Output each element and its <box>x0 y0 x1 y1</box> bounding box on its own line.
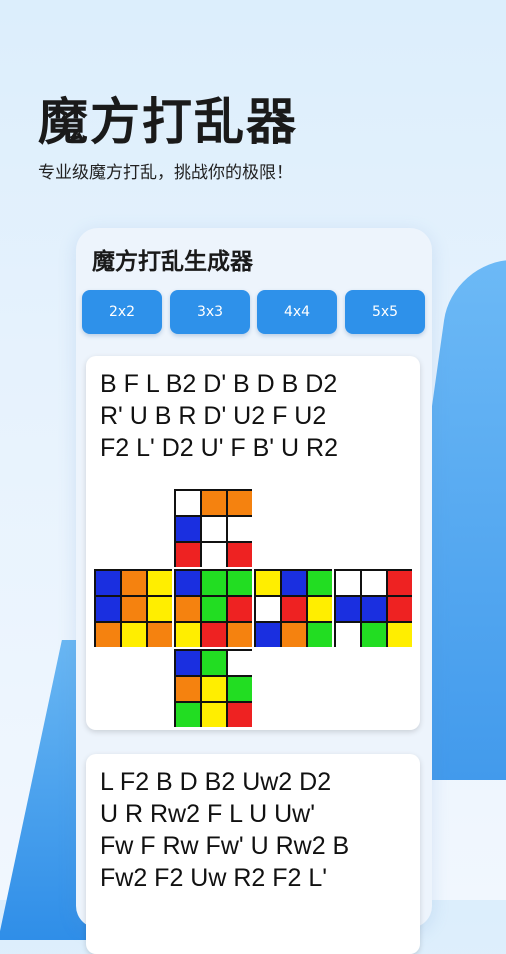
cube-face-front <box>174 569 252 647</box>
hero-title: 魔方打乱器 <box>38 93 298 151</box>
cube-sticker <box>202 623 226 647</box>
cube-sticker <box>308 597 332 621</box>
cube-sticker <box>176 491 200 515</box>
scramble-card-3x3: B F L B2 D' B D B D2 R' U B R D' U2 F U2… <box>86 356 420 730</box>
cube-sticker <box>176 677 200 701</box>
cube-face-back <box>334 569 412 647</box>
cube-sticker <box>336 623 360 647</box>
scramble-line: B F L B2 D' B D B D2 <box>100 370 338 398</box>
cube-sticker <box>202 571 226 595</box>
cube-sticker <box>148 597 172 621</box>
cube-sticker <box>228 543 252 567</box>
scramble-line: Fw F Rw Fw' U Rw2 B <box>100 832 350 860</box>
cube-face-down <box>174 649 252 727</box>
scramble-line: L F2 B D B2 Uw2 D2 <box>100 768 332 796</box>
cube-sticker <box>176 703 200 727</box>
cube-size-selector: 2x2 3x3 4x4 5x5 <box>82 290 426 334</box>
cube-sticker <box>362 597 386 621</box>
cube-sticker <box>228 651 252 675</box>
scramble-text: L F2 B D B2 Uw2 D2 U R Rw2 F L U Uw' Fw … <box>100 766 349 894</box>
cube-sticker <box>388 571 412 595</box>
cube-sticker <box>202 677 226 701</box>
hero-subtitle: 专业级魔方打乱，挑战你的极限！ <box>38 163 293 183</box>
scramble-card-4x4: L F2 B D B2 Uw2 D2 U R Rw2 F L U Uw' Fw … <box>86 754 420 954</box>
cube-sticker <box>388 597 412 621</box>
cube-sticker <box>228 571 252 595</box>
cube-net <box>94 489 414 729</box>
cube-sticker <box>256 571 280 595</box>
cube-sticker <box>122 623 146 647</box>
cube-sticker <box>148 623 172 647</box>
cube-sticker <box>282 623 306 647</box>
cube-sticker <box>362 571 386 595</box>
cube-sticker <box>176 651 200 675</box>
cube-sticker <box>228 623 252 647</box>
cube-sticker <box>228 703 252 727</box>
cube-sticker <box>96 623 120 647</box>
scramble-text: B F L B2 D' B D B D2 R' U B R D' U2 F U2… <box>100 368 338 464</box>
cube-sticker <box>202 543 226 567</box>
cube-sticker <box>228 597 252 621</box>
cube-sticker <box>122 571 146 595</box>
cube-sticker <box>176 597 200 621</box>
cube-sticker <box>176 543 200 567</box>
cube-face-up <box>174 489 252 567</box>
scramble-line: Fw2 F2 Uw R2 F2 L' <box>100 864 328 892</box>
cube-sticker <box>176 517 200 541</box>
cube-sticker <box>362 623 386 647</box>
cube-sticker <box>202 597 226 621</box>
cube-sticker <box>176 623 200 647</box>
cube-sticker <box>308 571 332 595</box>
cube-face-left <box>94 569 172 647</box>
size-button-4x4[interactable]: 4x4 <box>257 290 337 334</box>
cube-sticker <box>308 623 332 647</box>
cube-sticker <box>202 703 226 727</box>
cube-sticker <box>96 571 120 595</box>
cube-face-right <box>254 569 332 647</box>
cube-sticker <box>388 623 412 647</box>
panel-title: 魔方打乱生成器 <box>92 249 253 275</box>
cube-sticker <box>228 517 252 541</box>
cube-sticker <box>202 651 226 675</box>
cube-sticker <box>256 597 280 621</box>
cube-sticker <box>176 571 200 595</box>
cube-sticker <box>96 597 120 621</box>
scramble-line: F2 L' D2 U' F B' U R2 <box>100 434 338 462</box>
scramble-line: U R Rw2 F L U Uw' <box>100 800 315 828</box>
cube-sticker <box>336 571 360 595</box>
cube-sticker <box>122 597 146 621</box>
cube-sticker <box>202 491 226 515</box>
size-button-3x3[interactable]: 3x3 <box>170 290 250 334</box>
cube-sticker <box>228 677 252 701</box>
size-button-5x5[interactable]: 5x5 <box>345 290 425 334</box>
size-button-2x2[interactable]: 2x2 <box>82 290 162 334</box>
cube-sticker <box>282 571 306 595</box>
cube-sticker <box>256 623 280 647</box>
cube-sticker <box>202 517 226 541</box>
scramble-line: R' U B R D' U2 F U2 <box>100 402 327 430</box>
cube-sticker <box>282 597 306 621</box>
cube-sticker <box>148 571 172 595</box>
cube-sticker <box>336 597 360 621</box>
scrambler-panel: 魔方打乱生成器 2x2 3x3 4x4 5x5 B F L B2 D' B D … <box>76 228 432 954</box>
cube-sticker <box>228 491 252 515</box>
